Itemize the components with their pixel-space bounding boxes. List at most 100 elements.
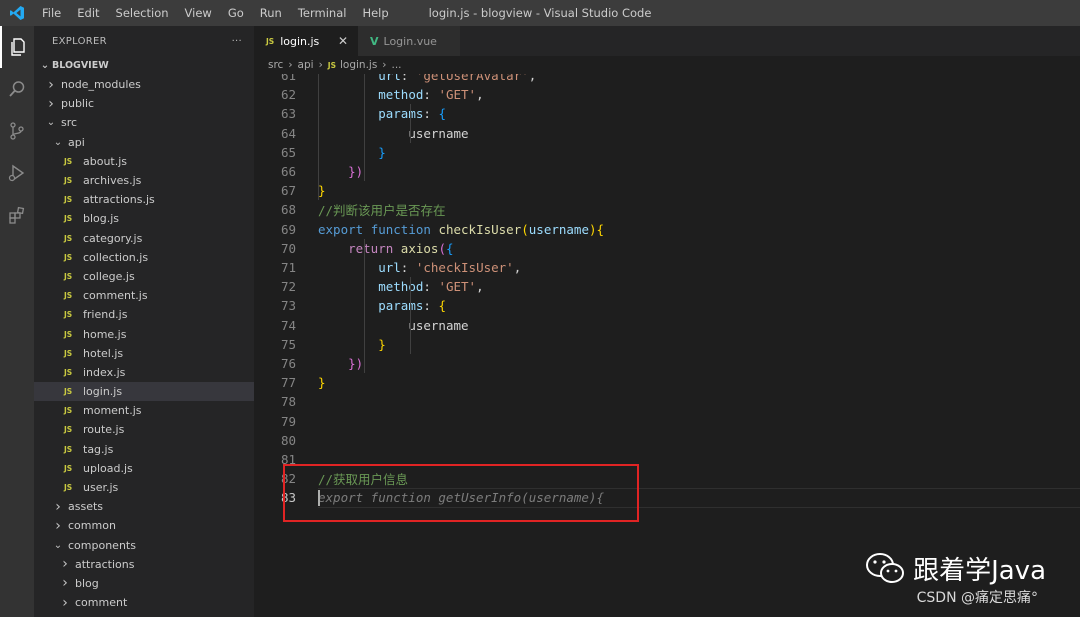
code-line: 62 method: 'GET', <box>254 85 1080 104</box>
project-root[interactable]: ⌄ BLOGVIEW <box>34 56 254 75</box>
file-item[interactable]: JS category.js <box>34 229 254 248</box>
line-number: 74 <box>280 317 296 333</box>
indent-guide <box>410 277 411 354</box>
folder-item[interactable]: › public <box>34 94 254 113</box>
menu-file[interactable]: File <box>34 0 69 26</box>
file-item[interactable]: JS home.js <box>34 324 254 343</box>
menu-edit[interactable]: Edit <box>69 0 107 26</box>
code-line: 77} <box>254 373 1080 392</box>
file-item[interactable]: JS user.js <box>34 478 254 497</box>
code-line: 72 method: 'GET', <box>254 277 1080 296</box>
file-item[interactable]: JS friend.js <box>34 305 254 324</box>
line-number: 65 <box>280 144 296 160</box>
close-icon[interactable]: ✕ <box>338 34 348 48</box>
file-item[interactable]: JS collection.js <box>34 248 254 267</box>
line-number: 68 <box>280 202 296 218</box>
line-number: 67 <box>280 183 296 199</box>
javascript-file-icon: JS <box>64 329 73 339</box>
folder-item[interactable]: › common <box>34 516 254 535</box>
folder-item[interactable]: › comment <box>34 593 254 612</box>
menu-view[interactable]: View <box>177 0 220 26</box>
breadcrumb-item[interactable]: api <box>298 59 314 71</box>
menu-selection[interactable]: Selection <box>108 0 177 26</box>
javascript-file-icon: JS <box>64 310 73 320</box>
breadcrumb-item[interactable]: login.js <box>340 59 377 71</box>
tab-label: Login.vue <box>383 34 437 48</box>
tab-label: login.js <box>280 34 320 48</box>
file-item[interactable]: JS upload.js <box>34 459 254 478</box>
chevron-down-icon: ⌄ <box>40 60 50 71</box>
code-text: return axios({ <box>348 240 454 256</box>
breadcrumb-item[interactable]: src <box>268 59 283 71</box>
file-item[interactable]: JS attractions.js <box>34 190 254 209</box>
chevron-right-icon: › <box>55 517 61 534</box>
file-item[interactable]: JS index.js <box>34 363 254 382</box>
menu-help[interactable]: Help <box>354 0 396 26</box>
folder-item[interactable]: › node_modules <box>34 75 254 94</box>
tree-item-label: comment <box>75 596 128 610</box>
line-number: 73 <box>280 298 296 314</box>
line-number: 72 <box>280 279 296 295</box>
javascript-file-icon: JS <box>327 60 336 70</box>
tree-item-label: blog <box>75 576 99 590</box>
file-tree: › node_modules › public ⌄ src ⌄ api JS about.js JS… <box>34 75 254 612</box>
explorer-icon[interactable] <box>0 26 34 68</box>
tree-item-label: login.js <box>83 385 123 399</box>
file-item[interactable]: JS route.js <box>34 420 254 439</box>
highlight-annotation-box <box>283 464 639 522</box>
line-number: 79 <box>280 413 296 429</box>
file-item[interactable]: JS hotel.js <box>34 344 254 363</box>
folder-item[interactable]: ⌄ api <box>34 133 254 152</box>
tree-item-label: index.js <box>83 365 126 379</box>
menu-run[interactable]: Run <box>252 0 290 26</box>
code-line: 67} <box>254 181 1080 200</box>
folder-item[interactable]: › assets <box>34 497 254 516</box>
code-line: 68 //判断该用户是否存在 <box>254 200 1080 219</box>
watermark-subtitle: CSDN @痛定思痛° <box>916 590 1038 606</box>
folder-item[interactable]: ⌄ src <box>34 113 254 132</box>
title-bar: File Edit Selection View Go Run Terminal Help l… <box>0 0 1080 26</box>
watermark-title: 跟着学Java <box>913 556 1046 586</box>
menu-go[interactable]: Go <box>220 0 252 26</box>
search-icon[interactable] <box>0 68 34 110</box>
file-item[interactable]: JS tag.js <box>34 440 254 459</box>
file-item[interactable]: JS moment.js <box>34 401 254 420</box>
breadcrumb-item[interactable]: ... <box>392 59 402 71</box>
tab-login-js[interactable]: JS login.js ✕ <box>254 26 358 56</box>
code-line: 65 } <box>254 143 1080 162</box>
chevron-right-icon: › <box>48 95 54 112</box>
tree-item-label: user.js <box>83 481 119 495</box>
chevron-right-icon: › <box>318 59 323 71</box>
javascript-file-icon: JS <box>64 156 73 166</box>
tree-item-label: common <box>68 519 116 533</box>
tree-item-label: tag.js <box>83 442 114 456</box>
menu-terminal[interactable]: Terminal <box>290 0 355 26</box>
file-item[interactable]: JS blog.js <box>34 209 254 228</box>
tab-login-vue[interactable]: V Login.vue <box>358 26 460 56</box>
chevron-right-icon: › <box>288 59 293 71</box>
code-text: } <box>318 183 326 199</box>
folder-item[interactable]: ⌄ components <box>34 536 254 555</box>
code-text: } <box>378 336 386 352</box>
more-actions-icon[interactable]: ··· <box>232 36 242 47</box>
run-debug-icon[interactable] <box>0 152 34 194</box>
file-item[interactable]: JS archives.js <box>34 171 254 190</box>
extensions-icon[interactable] <box>0 194 34 236</box>
folder-item[interactable]: › blog <box>34 574 254 593</box>
javascript-file-icon: JS <box>64 425 73 435</box>
code-editor[interactable]: 61 url: 'getUserAvatar', 62 method: 'GET'… <box>254 74 1080 617</box>
source-control-icon[interactable] <box>0 110 34 152</box>
chevron-right-icon: › <box>62 594 68 611</box>
file-item[interactable]: JS about.js <box>34 152 254 171</box>
code-text: }) <box>348 164 364 180</box>
code-text: username <box>408 317 469 333</box>
javascript-file-icon: JS <box>64 348 73 358</box>
tree-item-label: node_modules <box>61 78 141 92</box>
file-item[interactable]: JS comment.js <box>34 286 254 305</box>
tree-item-label: assets <box>68 500 104 514</box>
explorer-header: EXPLORER ··· <box>34 26 254 56</box>
file-item[interactable]: JS login.js <box>34 382 254 402</box>
code-text: //判断该用户是否存在 <box>318 203 446 219</box>
file-item[interactable]: JS college.js <box>34 267 254 286</box>
folder-item[interactable]: › attractions <box>34 555 254 574</box>
